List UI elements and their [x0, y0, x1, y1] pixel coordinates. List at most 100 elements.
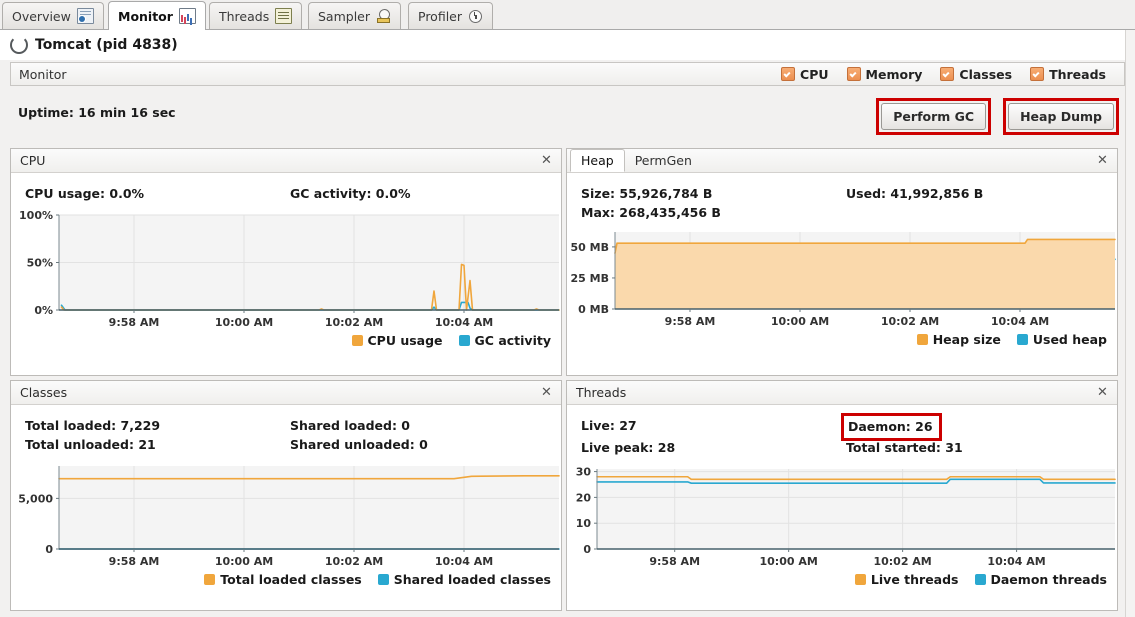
- threads-panel-header: Threads ✕: [567, 381, 1117, 405]
- legend-shared-loaded-classes: Shared loaded classes: [377, 572, 551, 587]
- checkmark-icon: [846, 67, 861, 81]
- cpu-panel: CPU ✕ CPU usage: 0.0% GC activity: 0.0% …: [10, 148, 562, 376]
- tab-monitor-label: Monitor: [118, 8, 173, 24]
- legend-daemon-threads: Daemon threads: [974, 572, 1108, 587]
- heap-dump-annotation: Heap Dump: [1003, 98, 1119, 135]
- tab-overview[interactable]: Overview: [2, 2, 104, 29]
- heap-panel-header: Heap PermGen ✕: [567, 149, 1117, 173]
- heap-stat-row: Size: 55,926,784 B Used: 41,992,856 B: [581, 184, 1117, 203]
- legend-daemon-threads-label: Daemon threads: [990, 572, 1108, 587]
- legend-used-heap-label: Used heap: [1032, 332, 1107, 347]
- classes-stat-row: Total unloaded: 21 Shared unloaded: 0: [25, 435, 561, 454]
- svg-text:9:58 AM: 9:58 AM: [649, 555, 700, 568]
- svg-text:10:00 AM: 10:00 AM: [760, 555, 818, 568]
- tab-permgen[interactable]: PermGen: [625, 149, 702, 172]
- vertical-scrollbar[interactable]: [1125, 30, 1135, 617]
- monitor-chart-icon: [178, 8, 196, 24]
- tab-heap[interactable]: Heap: [570, 149, 625, 172]
- classes-panel: Classes ✕ Total loaded: 7,229 Shared loa…: [10, 380, 562, 611]
- heap-max-value: Max: 268,435,456 B: [581, 205, 721, 220]
- tab-profiler-label: Profiler: [418, 8, 463, 24]
- threads-chart[interactable]: 0 10 20 30 9:58 AM 10:00 AM 10:02 AM 10:04 AM: [567, 461, 1117, 571]
- close-icon[interactable]: ✕: [539, 385, 554, 400]
- monitor-toolbar-label: Monitor: [19, 66, 67, 82]
- classes-stat-row: Total loaded: 7,229 Shared loaded: 0: [25, 416, 561, 435]
- visualvm-window: Overview Monitor Threads Sampler Profile…: [0, 0, 1135, 617]
- close-icon[interactable]: ✕: [1095, 385, 1110, 400]
- heap-stat-row: Max: 268,435,456 B: [581, 203, 1117, 222]
- legend-heap-size: Heap size: [916, 332, 1001, 347]
- heap-chart[interactable]: 0 MB 25 MB 50 MB 9:58 AM 10:00 AM 10:02 AM 10:…: [567, 226, 1117, 331]
- svg-text:10:00 AM: 10:00 AM: [771, 315, 829, 328]
- svg-text:9:58 AM: 9:58 AM: [109, 316, 160, 329]
- svg-text:0: 0: [45, 543, 53, 556]
- checkbox-cpu[interactable]: CPU: [781, 67, 829, 82]
- overview-icon: [76, 8, 94, 24]
- classes-stats: Total loaded: 7,229 Shared loaded: 0 Tot…: [11, 405, 561, 458]
- svg-text:30: 30: [576, 466, 592, 479]
- svg-text:10:02 AM: 10:02 AM: [881, 315, 939, 328]
- checkmark-icon: [781, 67, 796, 81]
- main-tabstrip: Overview Monitor Threads Sampler Profile…: [0, 0, 1135, 30]
- legend-swatch-icon: [458, 335, 470, 346]
- tab-threads[interactable]: Threads: [209, 2, 303, 29]
- daemon-threads-annotation: Daemon: 26: [841, 413, 942, 441]
- threads-legend: Live threads Daemon threads: [567, 572, 1117, 587]
- classes-panel-title: Classes: [20, 385, 68, 400]
- svg-text:10:04 AM: 10:04 AM: [987, 555, 1045, 568]
- legend-live-threads: Live threads: [854, 572, 959, 587]
- heap-stat-empty: [846, 203, 1117, 222]
- threads-stat-row: Live peak: 28 Total started: 31: [581, 438, 1117, 457]
- close-icon[interactable]: ✕: [1095, 153, 1110, 168]
- legend-heap-size-label: Heap size: [932, 332, 1001, 347]
- svg-text:50%: 50%: [27, 257, 53, 270]
- perform-gc-button[interactable]: Perform GC: [881, 103, 987, 130]
- svg-text:10:04 AM: 10:04 AM: [435, 555, 493, 568]
- checkbox-cpu-label: CPU: [800, 66, 829, 82]
- checkbox-classes-label: Classes: [959, 66, 1013, 82]
- legend-swatch-icon: [351, 335, 363, 346]
- cpu-stat-row: CPU usage: 0.0% GC activity: 0.0%: [25, 184, 561, 203]
- cpu-legend: CPU usage GC activity: [11, 333, 561, 348]
- legend-live-threads-label: Live threads: [870, 572, 959, 587]
- checkbox-memory[interactable]: Memory: [846, 67, 922, 82]
- close-icon[interactable]: ✕: [539, 153, 554, 168]
- tab-profiler[interactable]: Profiler: [408, 2, 494, 29]
- heap-dump-button[interactable]: Heap Dump: [1008, 103, 1114, 130]
- checkbox-threads-label: Threads: [1049, 66, 1106, 82]
- svg-text:5,000: 5,000: [18, 492, 53, 505]
- monitor-toolbar: Monitor CPU Memory Classes Threads: [10, 62, 1125, 86]
- svg-text:10: 10: [576, 517, 592, 530]
- cpu-usage-value: CPU usage: 0.0%: [25, 186, 145, 201]
- classes-panel-header: Classes ✕: [11, 381, 561, 405]
- profiler-clock-icon: [468, 9, 483, 23]
- svg-text:25 MB: 25 MB: [571, 272, 609, 285]
- legend-gc-activity: GC activity: [458, 333, 551, 348]
- perform-gc-annotation: Perform GC: [876, 98, 992, 135]
- checkbox-threads[interactable]: Threads: [1030, 67, 1106, 82]
- legend-swatch-icon: [854, 574, 866, 585]
- gc-activity-value: GC activity: 0.0%: [290, 186, 411, 201]
- threads-icon: [275, 8, 293, 24]
- svg-text:10:04 AM: 10:04 AM: [435, 316, 493, 329]
- tab-monitor[interactable]: Monitor: [108, 1, 206, 30]
- heap-size-value: Size: 55,926,784 B: [581, 186, 713, 201]
- cpu-panel-title: CPU: [20, 153, 46, 168]
- svg-text:10:02 AM: 10:02 AM: [873, 555, 931, 568]
- shared-unloaded-value: Shared unloaded: 0: [290, 437, 428, 452]
- live-threads-value: Live: 27: [581, 418, 637, 433]
- svg-text:0 MB: 0 MB: [578, 303, 609, 316]
- shared-loaded-value: Shared loaded: 0: [290, 418, 411, 433]
- total-started-value: Total started: 31: [846, 440, 963, 455]
- legend-cpu-usage-label: CPU usage: [367, 333, 443, 348]
- legend-swatch-icon: [377, 574, 389, 585]
- process-header: Tomcat (pid 4838): [0, 30, 1135, 60]
- tab-sampler-label: Sampler: [318, 8, 371, 24]
- tab-sampler[interactable]: Sampler: [308, 2, 402, 29]
- cpu-chart[interactable]: 0% 50% 100% 9:58 AM 10:00 AM 10:02 AM 10:04 AM: [11, 207, 561, 332]
- daemon-threads-value: Daemon: 26: [848, 419, 933, 434]
- tab-threads-label: Threads: [219, 8, 270, 24]
- classes-chart[interactable]: 0 5,000 9:58 AM 10:00 AM 10:02 AM 10:04 AM: [11, 458, 561, 571]
- total-unloaded-value: Total unloaded: 21: [25, 437, 156, 452]
- checkbox-classes[interactable]: Classes: [940, 67, 1012, 82]
